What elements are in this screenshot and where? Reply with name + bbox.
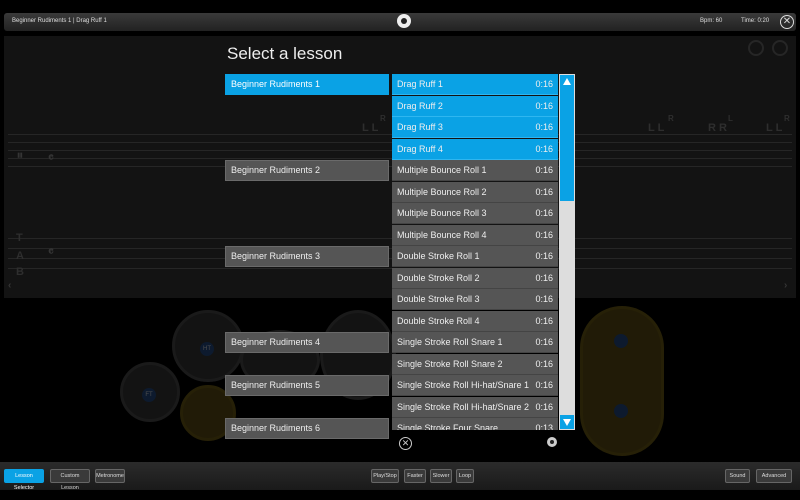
lesson-row[interactable]: Single Stroke Roll Hi-hat/Snare 1 0:16 bbox=[392, 375, 558, 396]
lesson-duration: 0:16 bbox=[535, 380, 553, 390]
lesson-duration: 0:16 bbox=[535, 401, 553, 412]
midi-connector-icon[interactable] bbox=[397, 14, 411, 28]
lesson-row[interactable]: Drag Ruff 1 0:16 bbox=[392, 74, 558, 95]
lesson-name: Single Stroke Roll Snare 1 bbox=[397, 337, 503, 347]
lesson-row[interactable]: Double Stroke Roll 2 0:16 bbox=[392, 267, 558, 289]
lesson-name: Double Stroke Roll 3 bbox=[397, 294, 480, 304]
lesson-name: Single Stroke Four Snare bbox=[397, 423, 499, 430]
lesson-name: Double Stroke Roll 2 bbox=[397, 272, 480, 283]
lesson-duration: 0:16 bbox=[535, 229, 553, 240]
status-bar: Beginner Rudiments 1 | Drag Ruff 1 Bpm: … bbox=[4, 13, 796, 31]
lesson-duration: 0:16 bbox=[535, 165, 553, 175]
lesson-row[interactable]: Single Stroke Roll Snare 1 0:16 bbox=[392, 332, 558, 353]
lesson-duration: 0:16 bbox=[535, 186, 553, 197]
bpm-readout: Bpm: 60 bbox=[700, 18, 723, 24]
custom-lesson-button[interactable]: Custom Lesson bbox=[50, 469, 90, 491]
time-readout: Time: 0:20 bbox=[741, 18, 770, 24]
lesson-selector-button[interactable]: Lesson Selector bbox=[4, 469, 44, 491]
lesson-name: Multiple Bounce Roll 2 bbox=[397, 186, 487, 197]
lesson-row[interactable]: Double Stroke Roll 4 0:16 bbox=[392, 310, 558, 332]
series-button[interactable]: Beginner Rudiments 1 bbox=[225, 74, 389, 95]
lesson-row[interactable]: Multiple Bounce Roll 2 0:16 bbox=[392, 181, 558, 203]
lesson-row[interactable]: Single Stroke Roll Hi-hat/Snare 2 0:16 bbox=[392, 396, 558, 418]
lesson-duration: 0:16 bbox=[535, 337, 553, 347]
series-button[interactable]: Beginner Rudiments 2 bbox=[225, 160, 389, 181]
series-button[interactable]: Beginner Rudiments 3 bbox=[225, 246, 389, 267]
lesson-duration: 0:13 bbox=[535, 423, 553, 430]
lesson-row[interactable]: Multiple Bounce Roll 1 0:16 bbox=[392, 160, 558, 181]
metronome-button[interactable]: Metronome bbox=[95, 469, 125, 483]
close-dialog-icon[interactable]: ✕ bbox=[399, 437, 412, 450]
lesson-row[interactable]: Double Stroke Roll 1 0:16 bbox=[392, 246, 558, 267]
lesson-name: Drag Ruff 1 bbox=[397, 79, 443, 89]
midi-icon[interactable] bbox=[547, 437, 557, 447]
lesson-duration: 0:16 bbox=[535, 79, 553, 89]
lesson-row[interactable]: Single Stroke Four Snare 0:13 bbox=[392, 418, 558, 430]
lesson-duration: 0:16 bbox=[535, 143, 553, 154]
lesson-row[interactable]: Multiple Bounce Roll 3 0:16 bbox=[392, 203, 558, 224]
lesson-duration: 0:16 bbox=[535, 251, 553, 261]
lesson-name: Drag Ruff 2 bbox=[397, 100, 443, 111]
lesson-scrollbar[interactable] bbox=[559, 74, 575, 430]
lesson-duration: 0:16 bbox=[535, 358, 553, 369]
lesson-name: Multiple Bounce Roll 4 bbox=[397, 229, 487, 240]
series-button[interactable]: Beginner Rudiments 4 bbox=[225, 332, 389, 353]
close-icon[interactable]: ✕ bbox=[780, 15, 794, 29]
sound-button[interactable]: Sound bbox=[725, 469, 750, 483]
lesson-name: Multiple Bounce Roll 3 bbox=[397, 208, 487, 218]
lesson-row[interactable]: Drag Ruff 4 0:16 bbox=[392, 138, 558, 160]
scroll-down-icon[interactable] bbox=[560, 415, 574, 429]
lesson-duration: 0:16 bbox=[535, 208, 553, 218]
dialog-title: Select a lesson bbox=[227, 44, 343, 63]
lesson-list: Drag Ruff 1 0:16 Drag Ruff 2 0:16 Drag Ruff … bbox=[392, 74, 558, 430]
lesson-name: Double Stroke Roll 1 bbox=[397, 251, 480, 261]
loop-button[interactable]: Loop bbox=[456, 469, 474, 483]
breadcrumb: Beginner Rudiments 1 | Drag Ruff 1 bbox=[12, 18, 107, 24]
lesson-duration: 0:16 bbox=[535, 272, 553, 283]
lesson-name: Single Stroke Roll Hi-hat/Snare 1 bbox=[397, 380, 530, 390]
lesson-name: Double Stroke Roll 4 bbox=[397, 315, 480, 326]
lesson-duration: 0:16 bbox=[535, 100, 553, 111]
lesson-row[interactable]: Drag Ruff 2 0:16 bbox=[392, 95, 558, 117]
faster-button[interactable]: Faster bbox=[404, 469, 426, 483]
lesson-row[interactable]: Drag Ruff 3 0:16 bbox=[392, 117, 558, 138]
scroll-up-icon[interactable] bbox=[560, 75, 574, 89]
lesson-row[interactable]: Single Stroke Roll Snare 2 0:16 bbox=[392, 353, 558, 375]
series-button[interactable]: Beginner Rudiments 6 bbox=[225, 418, 389, 439]
series-button[interactable]: Beginner Rudiments 5 bbox=[225, 375, 389, 396]
lesson-row[interactable]: Double Stroke Roll 3 0:16 bbox=[392, 289, 558, 310]
scroll-thumb[interactable] bbox=[560, 89, 574, 201]
lesson-name: Drag Ruff 4 bbox=[397, 143, 443, 154]
lesson-duration: 0:16 bbox=[535, 315, 553, 326]
play-stop-button[interactable]: Play/Stop bbox=[371, 469, 399, 483]
lesson-name: Single Stroke Roll Snare 2 bbox=[397, 358, 503, 369]
slower-button[interactable]: Slower bbox=[430, 469, 452, 483]
lesson-duration: 0:16 bbox=[535, 122, 553, 132]
lesson-duration: 0:16 bbox=[535, 294, 553, 304]
lesson-name: Drag Ruff 3 bbox=[397, 122, 443, 132]
lesson-name: Multiple Bounce Roll 1 bbox=[397, 165, 487, 175]
lesson-row[interactable]: Multiple Bounce Roll 4 0:16 bbox=[392, 224, 558, 246]
advanced-button[interactable]: Advanced bbox=[756, 469, 792, 483]
lesson-name: Single Stroke Roll Hi-hat/Snare 2 bbox=[397, 401, 530, 412]
